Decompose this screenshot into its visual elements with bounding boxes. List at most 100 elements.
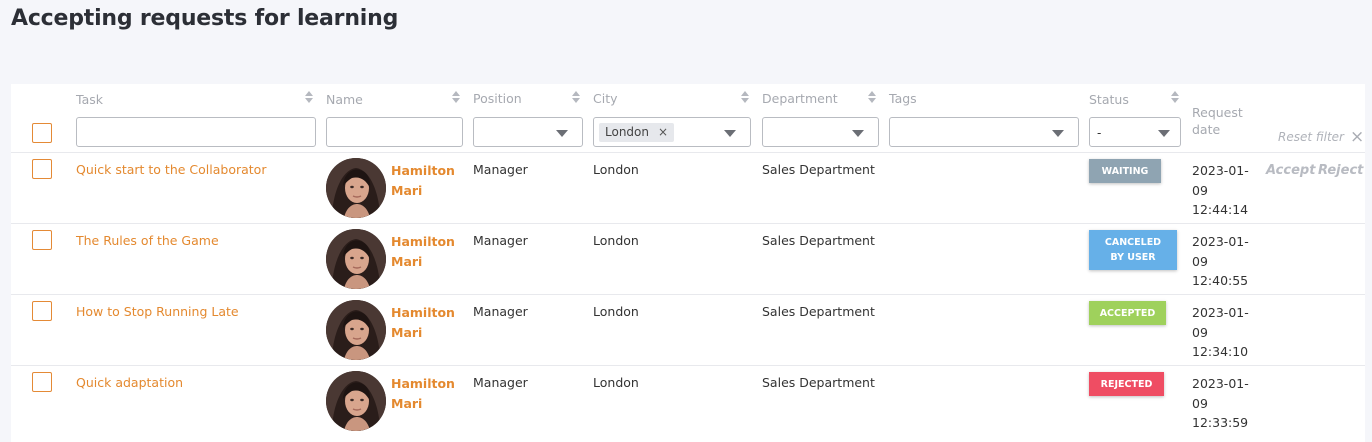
avatar: [326, 229, 386, 289]
status-badge-line2: BY USER: [1110, 252, 1156, 263]
city-cell: London: [593, 233, 639, 248]
sort-status-icon[interactable]: [1171, 91, 1179, 103]
request-date-part: 09: [1192, 324, 1208, 340]
status-badge: CANCELED BY USER: [1089, 230, 1177, 270]
position-cell: Manager: [473, 375, 528, 390]
status-filter-value: -: [1097, 126, 1102, 140]
department-cell: Sales Department: [762, 375, 875, 390]
city-filter-select[interactable]: London ×: [593, 117, 751, 147]
reset-filter-button[interactable]: Reset filter ×: [1278, 127, 1365, 147]
city-cell: London: [593, 375, 639, 390]
row-checkbox[interactable]: [32, 230, 52, 250]
avatar: [326, 371, 386, 431]
department-cell: Sales Department: [762, 304, 875, 319]
requests-table: Task Name Position City Department Tags …: [11, 84, 1365, 442]
request-time: 12:33:59: [1192, 415, 1249, 430]
chevron-down-icon: [1052, 130, 1064, 137]
user-name-link[interactable]: Hamilton Mari: [391, 374, 461, 414]
column-header-department: Department: [762, 91, 838, 106]
user-name-link[interactable]: Hamilton Mari: [391, 232, 461, 272]
task-link[interactable]: How to Stop Running Late: [76, 304, 239, 319]
user-name-link[interactable]: Hamilton Mari: [391, 161, 461, 201]
department-filter-select[interactable]: [762, 117, 879, 147]
table-row: The Rules of the Game Hamilton Mari Mana…: [11, 223, 1365, 294]
request-date-part: 2023-01-: [1192, 234, 1249, 249]
user-last-name: Hamilton: [391, 163, 455, 178]
close-icon: ×: [1349, 127, 1365, 147]
user-first-name: Mari: [391, 183, 423, 198]
position-cell: Manager: [473, 304, 528, 319]
sort-city-icon[interactable]: [741, 91, 749, 103]
task-link[interactable]: Quick adaptation: [76, 375, 183, 390]
tags-filter-select[interactable]: [889, 117, 1079, 147]
request-time: 12:44:14: [1192, 202, 1249, 217]
city-filter-chip-label: London: [605, 125, 649, 139]
city-cell: London: [593, 304, 639, 319]
status-badge: WAITING: [1089, 159, 1161, 183]
request-date-cell: 2023-01- 09 12:34:10: [1192, 303, 1252, 362]
task-filter-input[interactable]: [76, 117, 316, 147]
task-link[interactable]: Quick start to the Collaborator: [76, 162, 266, 177]
chevron-down-icon: [724, 130, 736, 137]
column-header-city: City: [593, 91, 618, 106]
request-date-cell: 2023-01- 09 12:44:14: [1192, 161, 1252, 220]
chip-remove-icon[interactable]: ×: [658, 125, 668, 142]
status-badge-line1: CANCELED: [1104, 237, 1162, 248]
column-header-status: Status: [1089, 92, 1129, 107]
city-cell: London: [593, 162, 639, 177]
name-filter-input[interactable]: [326, 117, 463, 147]
position-cell: Manager: [473, 233, 528, 248]
column-header-name: Name: [326, 92, 363, 107]
request-date-part: 2023-01-: [1192, 163, 1249, 178]
status-badge-line1: REJECTED: [1100, 378, 1153, 390]
user-first-name: Mari: [391, 325, 423, 340]
task-link[interactable]: The Rules of the Game: [76, 233, 219, 248]
column-header-task: Task: [76, 92, 103, 107]
sort-department-icon[interactable]: [868, 91, 876, 103]
avatar: [326, 158, 386, 218]
user-first-name: Mari: [391, 396, 423, 411]
user-last-name: Hamilton: [391, 234, 455, 249]
request-date-part: 09: [1192, 395, 1208, 411]
reset-filter-label: Reset filter: [1278, 130, 1344, 144]
sort-position-icon[interactable]: [572, 91, 580, 103]
position-filter-select[interactable]: [473, 117, 583, 147]
table-row: Quick start to the Collaborator Hamilton…: [11, 152, 1365, 223]
chevron-down-icon: [852, 130, 864, 137]
department-cell: Sales Department: [762, 233, 875, 248]
user-last-name: Hamilton: [391, 376, 455, 391]
request-date-part: 2023-01-: [1192, 376, 1249, 391]
department-cell: Sales Department: [762, 162, 875, 177]
request-date-part: 2023-01-: [1192, 305, 1249, 320]
request-date-part: 09: [1192, 253, 1208, 269]
request-date-cell: 2023-01- 09 12:40:55: [1192, 232, 1252, 291]
user-first-name: Mari: [391, 254, 423, 269]
sort-name-icon[interactable]: [452, 91, 460, 103]
row-checkbox[interactable]: [32, 372, 52, 392]
column-header-tags: Tags: [889, 91, 917, 106]
status-badge-line1: WAITING: [1101, 165, 1149, 177]
row-checkbox[interactable]: [32, 301, 52, 321]
user-last-name: Hamilton: [391, 305, 455, 320]
table-row: Quick adaptation Hamilton Mari Manager L…: [11, 365, 1365, 436]
chevron-down-icon: [556, 130, 568, 137]
table-row: How to Stop Running Late Hamilton Mari M…: [11, 294, 1365, 365]
chevron-down-icon: [1158, 130, 1170, 137]
status-badge: ACCEPTED: [1089, 301, 1166, 325]
avatar: [326, 300, 386, 360]
user-name-link[interactable]: Hamilton Mari: [391, 303, 461, 343]
request-time: 12:40:55: [1192, 273, 1249, 288]
page-title: Accepting requests for learning: [11, 6, 399, 31]
status-filter-select[interactable]: -: [1089, 117, 1181, 147]
request-date-cell: 2023-01- 09 12:33:59: [1192, 374, 1252, 433]
column-header-position: Position: [473, 91, 522, 106]
request-date-part: 09: [1192, 182, 1208, 198]
request-time: 12:34:10: [1192, 344, 1249, 359]
status-badge-line1: ACCEPTED: [1099, 307, 1156, 319]
status-badge: REJECTED: [1089, 372, 1164, 396]
reject-button[interactable]: Reject: [1318, 163, 1363, 178]
accept-button[interactable]: Accept: [1266, 163, 1315, 178]
select-all-checkbox[interactable]: [32, 123, 52, 143]
sort-task-icon[interactable]: [305, 91, 313, 103]
row-checkbox[interactable]: [32, 159, 52, 179]
